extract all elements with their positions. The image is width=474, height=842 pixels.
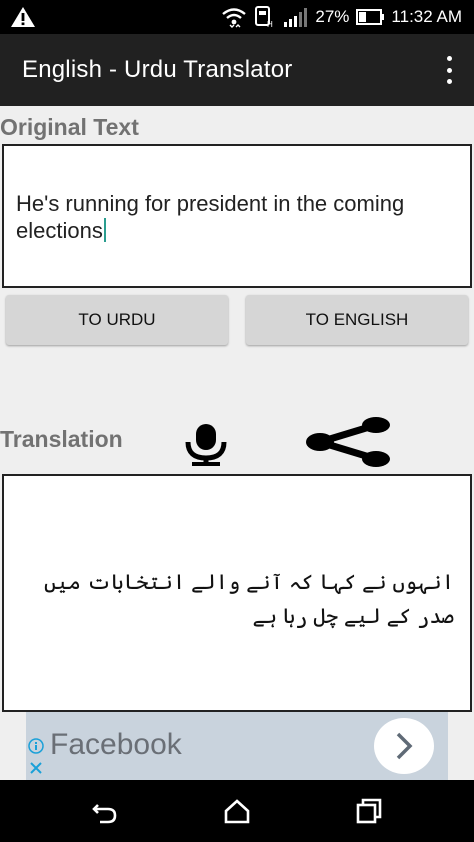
microphone-icon[interactable] (176, 422, 236, 466)
to-english-button[interactable]: TO ENGLISH (246, 295, 468, 345)
app-bar: English - Urdu Translator (0, 34, 474, 106)
translation-output-value: انہوں نے کہا کہ آنے والے انتخابات میں صد… (44, 571, 454, 628)
to-urdu-button[interactable]: TO URDU (6, 295, 228, 345)
signal-icon (284, 8, 308, 27)
home-icon[interactable] (222, 796, 252, 826)
main-content: Original Text He's running for president… (0, 106, 474, 780)
warning-icon (11, 7, 35, 27)
svg-text:H: H (267, 20, 273, 29)
navigation-bar (0, 780, 474, 842)
sim-icon: H (255, 6, 273, 29)
app-title: English - Urdu Translator (22, 56, 293, 83)
ad-title: Facebook (50, 728, 182, 761)
ad-open-button[interactable] (374, 718, 434, 774)
original-text-value: He's running for president in the coming… (16, 191, 405, 243)
ad-banner[interactable]: Facebook (26, 712, 448, 780)
original-text-input[interactable]: He's running for president in the coming… (2, 144, 472, 288)
text-cursor (103, 218, 106, 242)
translation-label: Translation (0, 426, 123, 452)
ad-info-icon[interactable] (28, 738, 44, 754)
recent-apps-icon[interactable] (354, 796, 384, 826)
chevron-right-icon (396, 732, 413, 760)
translation-output[interactable]: انہوں نے کہا کہ آنے والے انتخابات میں صد… (2, 474, 472, 712)
wifi-icon (222, 8, 247, 28)
status-time: 11:32 AM (391, 7, 462, 26)
overflow-menu-icon[interactable] (444, 56, 454, 84)
status-bar: H 27% 11:32 AM (0, 0, 474, 34)
battery-icon (356, 9, 385, 25)
ad-close-icon[interactable] (28, 760, 44, 776)
status-indicators: H 27% 11:32 AM (221, 0, 462, 34)
back-icon[interactable] (90, 796, 120, 826)
original-text-label: Original Text (0, 114, 139, 140)
battery-percent: 27% (315, 7, 350, 26)
share-icon[interactable] (300, 416, 394, 468)
